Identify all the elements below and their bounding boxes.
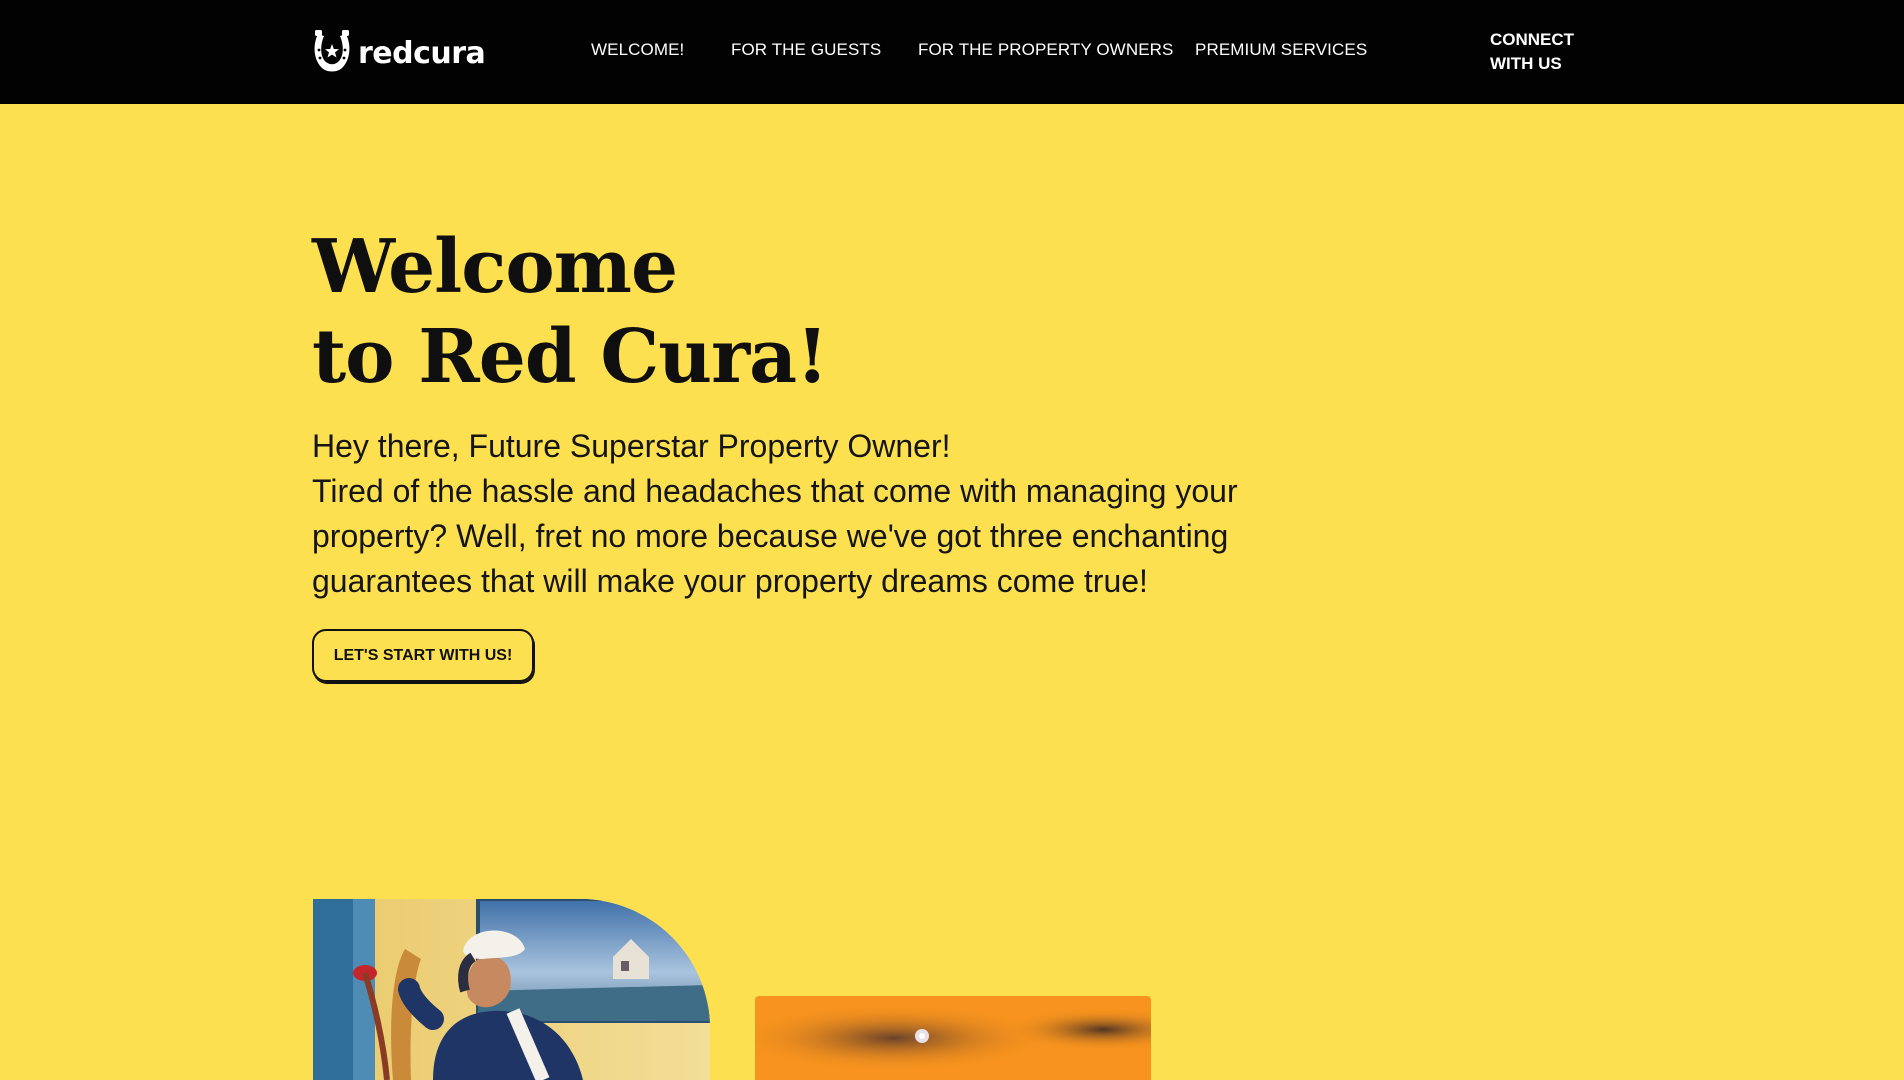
maid-painting-image: [313, 899, 710, 1080]
top-navigation-bar: redcura WELCOME! FOR THE GUESTS FOR THE …: [0, 0, 1904, 104]
nav-for-the-guests[interactable]: FOR THE GUESTS: [731, 40, 881, 60]
brand-logo[interactable]: redcura: [312, 29, 486, 77]
nav-welcome[interactable]: WELCOME!: [591, 40, 684, 60]
nav-for-property-owners[interactable]: FOR THE PROPERTY OWNERS: [918, 40, 1173, 60]
title-line-1: Welcome: [312, 224, 678, 310]
horseshoe-icon: [314, 30, 350, 72]
hero-greeting: Hey there, Future Superstar Property Own…: [312, 428, 951, 464]
hero-text-line-2: Tired of the hassle and headaches that c…: [312, 473, 1238, 509]
lets-start-button[interactable]: LET'S START WITH US!: [312, 629, 534, 682]
hero-paragraph: Hey there, Future Superstar Property Own…: [312, 424, 1272, 604]
page-title: Welcome to Red Cura!: [312, 222, 1112, 402]
hero-text-line-4: guarantees that will make your property …: [312, 563, 1148, 599]
title-line-2: to Red Cura!: [312, 314, 829, 400]
connect-line-2: WITH US: [1490, 54, 1562, 73]
hero-text-line-3: property? Well, fret no more because we'…: [312, 518, 1229, 554]
connect-line-1: CONNECT: [1490, 30, 1575, 49]
orange-abstract-image: [755, 996, 1151, 1080]
nav-premium-services[interactable]: PREMIUM SERVICES: [1195, 40, 1367, 60]
brand-name: redcura: [358, 35, 486, 71]
connect-with-us-link[interactable]: CONNECT WITH US: [1490, 28, 1610, 76]
